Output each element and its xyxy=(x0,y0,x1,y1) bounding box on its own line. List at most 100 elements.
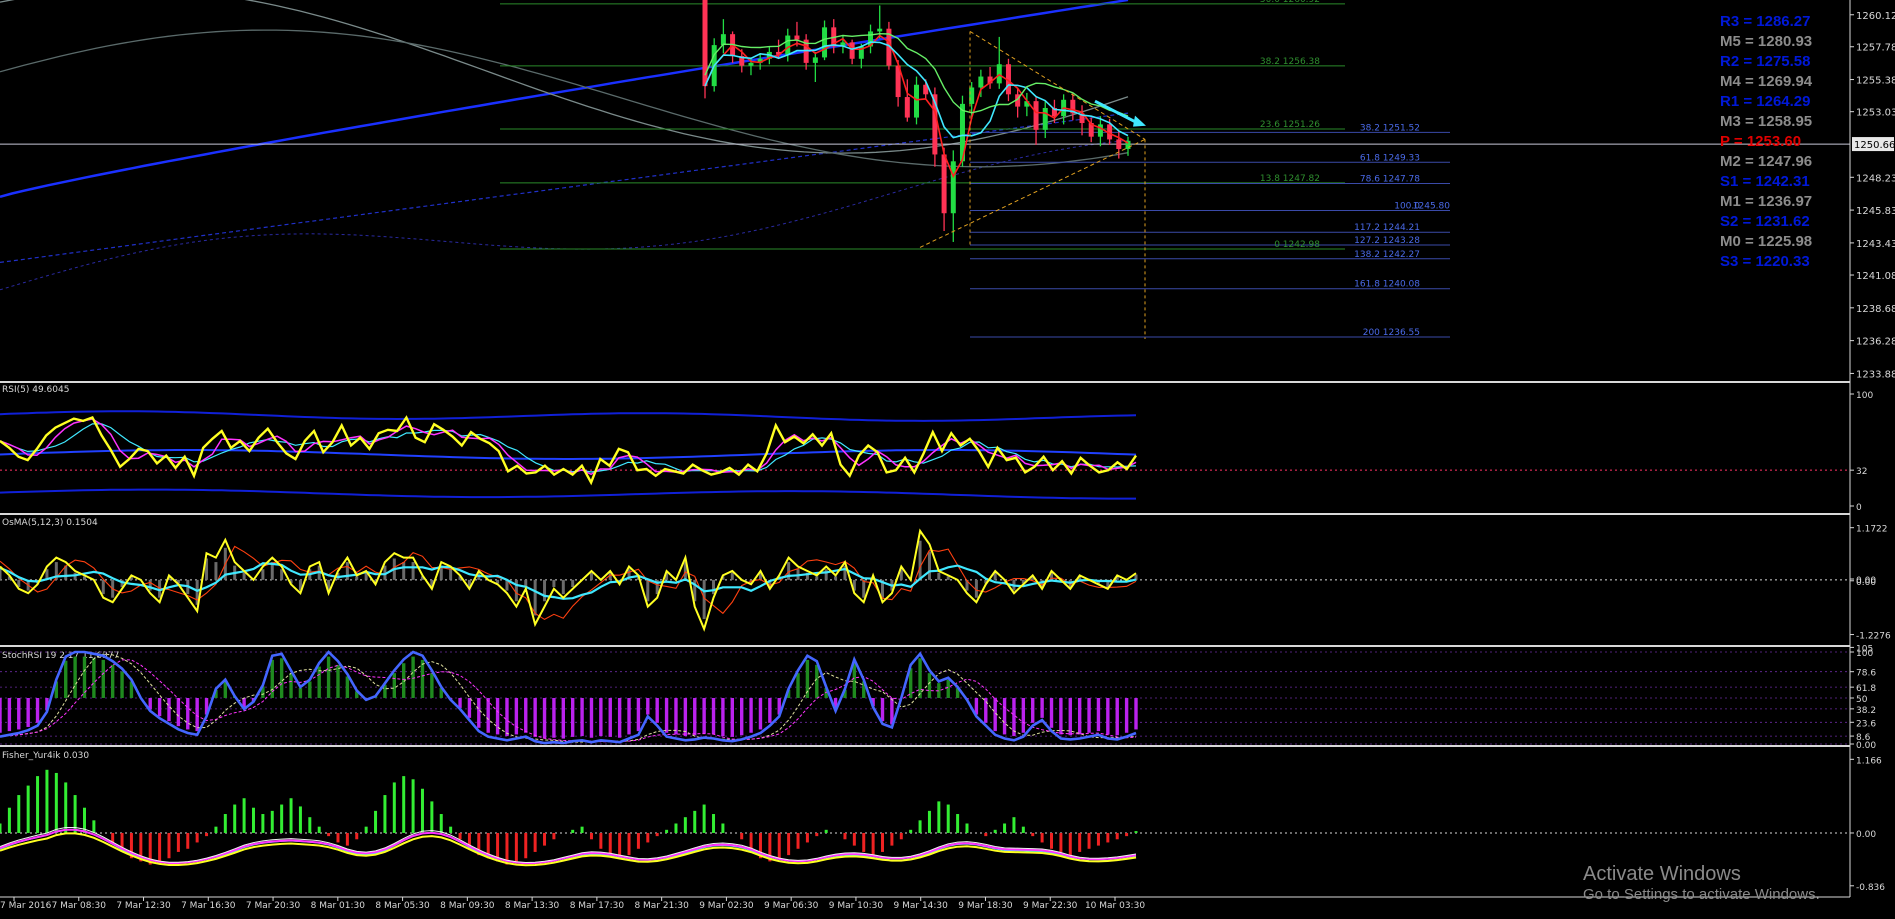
rsi-axis-label-2: 0 xyxy=(1856,503,1862,513)
candle-body-10 xyxy=(794,35,800,40)
fib-label-5: 13.8 1247.82 xyxy=(1260,174,1320,184)
candle-body-9 xyxy=(785,35,791,55)
time-label-7: 8 Mar 09:30 xyxy=(440,901,495,911)
fisher-axis-label-2: -0.836 xyxy=(1856,883,1885,893)
price-axis-label-8: 1241.08 xyxy=(1856,271,1895,282)
osma-axis-label-3: -1.2276 xyxy=(1856,632,1891,642)
candle-body-43 xyxy=(1097,124,1103,137)
watermark-subtitle: Go to Settings to activate Windows. xyxy=(1583,886,1820,903)
price-axis-label-11: 1233.88 xyxy=(1856,369,1895,380)
pivot-level-6: P = 1253.60 xyxy=(1720,133,1801,150)
pivot-level-10: S2 = 1231.62 xyxy=(1720,213,1810,230)
candle-body-27 xyxy=(950,161,956,214)
rsi-axis-label-1: 32 xyxy=(1856,467,1867,477)
osma-axis-label-2: 0.00 xyxy=(1856,578,1876,588)
rsi-title: RSI(5) 49.6045 xyxy=(2,385,69,395)
time-label-16: 9 Mar 22:30 xyxy=(1023,901,1078,911)
price-axis-label-6: 1245.83 xyxy=(1856,206,1895,217)
trading-chart[interactable]: 50.0 1260.92 38.2 1256.38 23.6 1251.26 38.2… xyxy=(0,0,1895,915)
fib-label-0: 50.0 1260.92 xyxy=(1260,0,1320,5)
candle-body-45 xyxy=(1116,139,1122,149)
stochrsi-axis-label-8: 0.00 xyxy=(1856,741,1876,751)
stochrsi-axis-label-5: 38.2 xyxy=(1856,706,1876,716)
price-axis-label-5: 1248.23 xyxy=(1856,173,1895,184)
time-label-17: 10 Mar 03:30 xyxy=(1085,901,1145,911)
candle-body-2 xyxy=(720,34,726,46)
pivot-level-8: S1 = 1242.31 xyxy=(1720,173,1810,190)
pivot-level-4: R1 = 1264.29 xyxy=(1720,93,1811,110)
price-axis-label-2: 1255.38 xyxy=(1856,76,1895,87)
price-axis-label-1: 1257.78 xyxy=(1856,43,1895,54)
fib-label-3: 38.2 1251.52 xyxy=(1360,123,1420,133)
candle-body-19 xyxy=(877,28,883,32)
chart-canvas[interactable]: 50.0 1260.92 38.2 1256.38 23.6 1251.26 38.2… xyxy=(0,0,1895,915)
candle-body-30 xyxy=(978,76,984,88)
time-label-15: 9 Mar 18:30 xyxy=(958,901,1013,911)
fib-label-10: 0 1242.98 xyxy=(1274,240,1320,250)
time-label-1: 7 Mar 08:30 xyxy=(52,901,107,911)
pivot-level-5: M3 = 1258.95 xyxy=(1720,113,1812,130)
fib-label-1: 38.2 1256.38 xyxy=(1260,57,1320,67)
price-axis-label-3: 1253.03 xyxy=(1856,108,1895,119)
candle-body-13 xyxy=(822,27,828,58)
stochrsi-axis-label-3: 61.8 xyxy=(1856,684,1876,694)
time-label-12: 9 Mar 06:30 xyxy=(764,901,819,911)
fib-label-8: 117.2 1244.21 xyxy=(1354,223,1420,233)
fib-label-2: 23.6 1251.26 xyxy=(1260,120,1320,130)
time-label-3: 7 Mar 16:30 xyxy=(181,901,236,911)
fib-label-11: 138.2 1242.27 xyxy=(1354,250,1420,260)
stochrsi-axis-label-2: 78.6 xyxy=(1856,669,1876,679)
time-label-11: 9 Mar 02:30 xyxy=(699,901,754,911)
fib-label-9: 127.2 1243.28 xyxy=(1354,236,1420,246)
fisher-axis-label-1: 0.00 xyxy=(1856,830,1876,840)
time-label-10: 8 Mar 21:30 xyxy=(634,901,689,911)
candle-body-0 xyxy=(702,0,708,87)
candle-body-29 xyxy=(969,87,975,104)
time-label-8: 8 Mar 13:30 xyxy=(505,901,560,911)
pivot-level-11: M0 = 1225.98 xyxy=(1720,233,1812,250)
price-axis-label-10: 1236.28 xyxy=(1856,337,1895,348)
pivot-level-3: M4 = 1269.94 xyxy=(1720,73,1813,90)
time-label-14: 9 Mar 14:30 xyxy=(894,901,949,911)
pivot-level-9: M1 = 1236.97 xyxy=(1720,193,1812,210)
time-label-0: 7 Mar 2016 xyxy=(0,901,52,911)
candle-body-23 xyxy=(914,84,919,118)
price-axis-label-7: 1243.43 xyxy=(1856,239,1895,250)
price-axis-label-0: 1260.12 xyxy=(1856,11,1895,22)
candle-body-16 xyxy=(849,42,855,59)
candle-body-26 xyxy=(941,154,947,214)
candle-body-37 xyxy=(1042,107,1048,130)
fisher-axis-label-0: 1.166 xyxy=(1856,756,1882,766)
osma-axis-label-0: 1.1722 xyxy=(1856,525,1888,535)
fib-label-13: 200 1236.55 xyxy=(1363,328,1420,338)
time-label-6: 8 Mar 05:30 xyxy=(375,901,430,911)
fib-label-4: 61.8 1249.33 xyxy=(1360,153,1420,163)
candle-body-22 xyxy=(904,97,910,118)
price-axis-label-9: 1238.68 xyxy=(1856,304,1895,315)
candle-body-5 xyxy=(748,62,754,66)
pivot-level-7: M2 = 1247.96 xyxy=(1720,153,1812,170)
stochrsi-axis-label-1: 100 xyxy=(1856,649,1873,659)
fib-label-6: 78.6 1247.78 xyxy=(1360,174,1420,184)
candle-body-36 xyxy=(1033,101,1039,130)
time-label-5: 8 Mar 01:30 xyxy=(311,901,366,911)
fib-value-label-7: 1245.80 xyxy=(1413,202,1450,212)
pivot-level-2: R2 = 1275.58 xyxy=(1720,53,1811,70)
time-label-13: 9 Mar 10:30 xyxy=(829,901,884,911)
watermark-title: Activate Windows xyxy=(1583,863,1741,885)
fisher-title: Fisher_Yur4ik 0.030 xyxy=(2,751,89,761)
candle-body-12 xyxy=(812,57,818,63)
price-axis-label-4: 1250.66 xyxy=(1854,140,1895,151)
activate-windows-watermark: Activate Windows Go to Settings to activ… xyxy=(1583,862,1820,904)
time-label-9: 8 Mar 17:30 xyxy=(570,901,625,911)
rsi-axis-label-0: 100 xyxy=(1856,391,1873,401)
time-label-2: 7 Mar 12:30 xyxy=(116,901,171,911)
stochrsi-axis-label-4: 50 xyxy=(1856,695,1868,705)
osma-title: OsMA(5,12,3) 0.1504 xyxy=(2,518,98,528)
fib-label-12: 161.8 1240.08 xyxy=(1354,280,1420,290)
pivot-level-0: R3 = 1286.27 xyxy=(1720,13,1811,30)
time-label-4: 7 Mar 20:30 xyxy=(246,901,301,911)
stochrsi-axis-label-6: 23.6 xyxy=(1856,719,1876,729)
pivot-level-1: M5 = 1280.93 xyxy=(1720,33,1812,50)
pivot-level-12: S3 = 1220.33 xyxy=(1720,253,1810,270)
